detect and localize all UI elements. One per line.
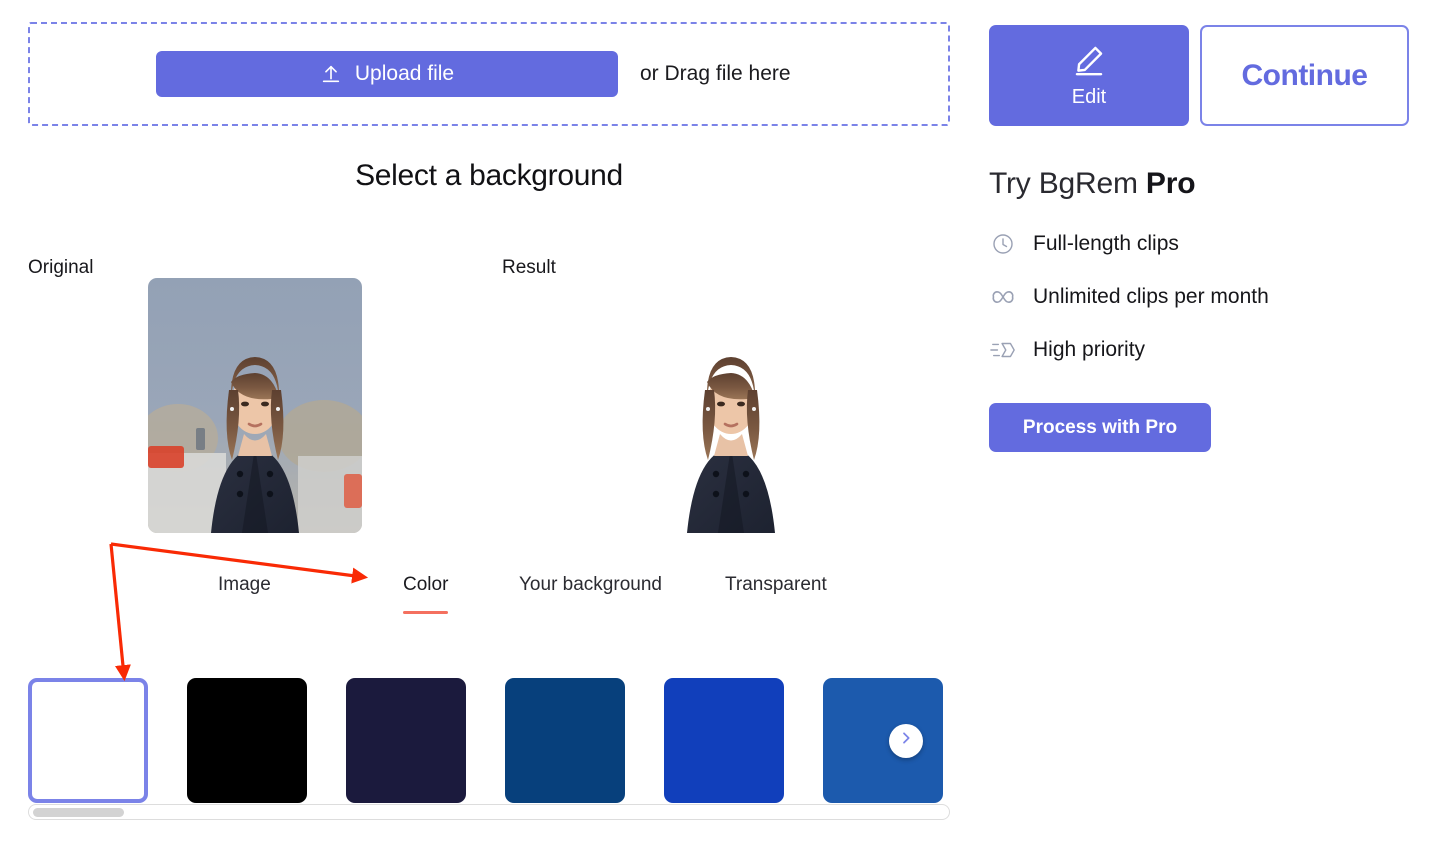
process-with-pro-label: Process with Pro: [1022, 416, 1178, 438]
process-with-pro-button[interactable]: Process with Pro: [989, 403, 1211, 452]
original-preview-label: Original: [28, 257, 94, 278]
infinity-icon: [989, 283, 1017, 311]
result-preview-label: Result: [502, 257, 556, 278]
color-swatch-dark-navy[interactable]: [346, 678, 466, 803]
feature-label-full-length-clips: Full-length clips: [1033, 232, 1179, 255]
scroll-next-button[interactable]: [889, 723, 923, 758]
color-swatch-deep-blue[interactable]: [505, 678, 625, 803]
feature-row-unlimited-clips: Unlimited clips per month: [989, 283, 1419, 311]
continue-button[interactable]: Continue: [1200, 25, 1409, 126]
color-swatch-bright-blue[interactable]: [664, 678, 784, 803]
tab-image[interactable]: Image: [218, 574, 271, 606]
upload-file-button[interactable]: Upload file: [156, 51, 618, 97]
color-swatch-black[interactable]: [187, 678, 307, 803]
edit-button[interactable]: Edit: [989, 25, 1189, 126]
pencil-edit-icon: [1072, 43, 1106, 83]
pro-title-prefix: Try BgRem: [989, 167, 1146, 200]
swatch-horizontal-scrollbar[interactable]: [28, 804, 950, 820]
pro-title-emphasis: Pro: [1145, 167, 1196, 200]
feature-label-high-priority: High priority: [1033, 338, 1146, 361]
tab-color[interactable]: Color: [403, 574, 449, 614]
clock-icon: [989, 230, 1017, 258]
tab-your-background[interactable]: Your background: [519, 574, 662, 606]
color-swatch-white[interactable]: [28, 678, 148, 803]
tab-image-label: Image: [218, 574, 271, 595]
scrollbar-thumb[interactable]: [33, 808, 125, 817]
top-action-buttons: Edit Continue: [989, 25, 1419, 126]
original-photo: [148, 278, 362, 533]
file-drop-zone[interactable]: Upload file or Drag file here: [28, 22, 950, 126]
edit-button-label: Edit: [1071, 85, 1107, 108]
result-photo: [624, 278, 838, 533]
background-type-tabs: Image Color Your background Transparent: [188, 574, 888, 622]
fast-arrow-icon: [989, 336, 1017, 364]
color-swatch-medium-blue[interactable]: [823, 678, 943, 803]
chevron-right-icon: [898, 730, 914, 751]
active-tab-underline: [403, 611, 449, 614]
result-image-preview[interactable]: [624, 278, 838, 533]
tab-your-background-label: Your background: [519, 574, 662, 595]
color-swatch-strip[interactable]: [28, 678, 950, 803]
bgrem-background-selector-page: Upload file or Drag file here Select a b…: [0, 0, 1443, 847]
pro-upsell-title: Try BgRem Pro: [989, 167, 1419, 201]
original-image-preview[interactable]: [148, 278, 362, 533]
left-content-column: Upload file or Drag file here Select a b…: [28, 22, 950, 822]
tab-transparent[interactable]: Transparent: [725, 574, 827, 606]
feature-label-unlimited-clips: Unlimited clips per month: [1033, 285, 1269, 308]
continue-button-label: Continue: [1241, 58, 1368, 92]
pro-feature-list: Full-length clips Unlimited clips per mo…: [989, 230, 1419, 364]
tab-transparent-label: Transparent: [725, 574, 827, 595]
feature-row-full-length-clips: Full-length clips: [989, 230, 1419, 258]
tab-color-label: Color: [403, 574, 449, 595]
page-title: Select a background: [355, 159, 623, 192]
feature-row-high-priority: High priority: [989, 336, 1419, 364]
upload-arrow-icon: [320, 63, 342, 85]
right-sidebar: Edit Continue Try BgRem Pro Full-length …: [989, 25, 1419, 452]
drag-file-hint: or Drag file here: [640, 62, 791, 85]
upload-file-button-label: Upload file: [354, 62, 455, 85]
